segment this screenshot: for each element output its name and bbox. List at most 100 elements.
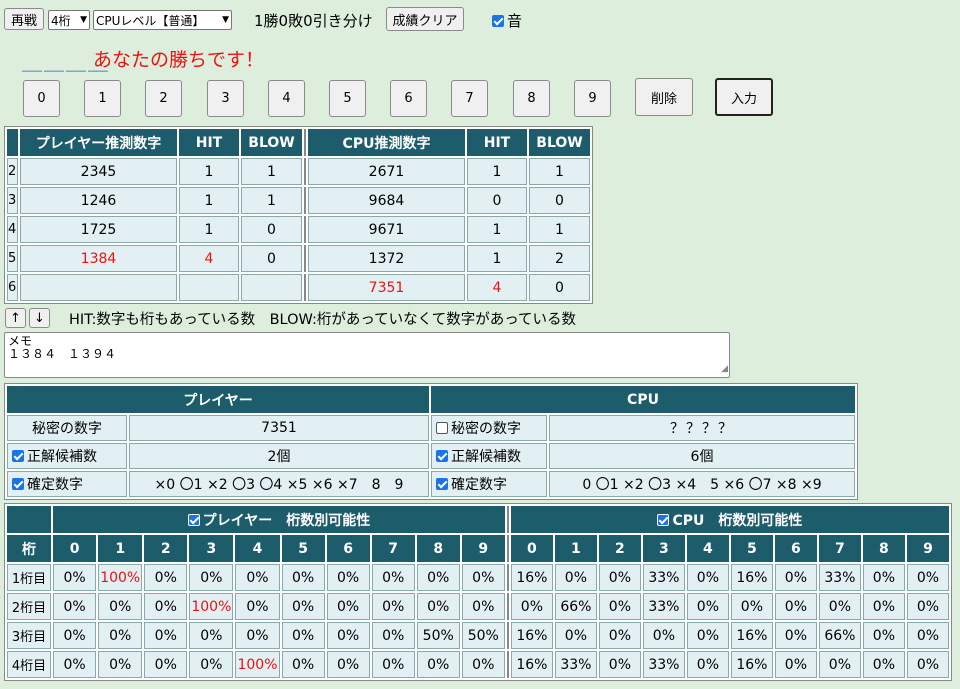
player-possibility-cell: 0% bbox=[326, 651, 370, 678]
candidates-label: 正解候補数 bbox=[27, 449, 97, 465]
cpu-possibility-title[interactable]: CPU 桁数別可能性 bbox=[510, 506, 949, 533]
cpu-candidates-toggle[interactable]: 正解候補数 bbox=[431, 443, 547, 469]
player-info-header: プレイヤー bbox=[7, 386, 429, 413]
digit-button-9[interactable]: 9 bbox=[574, 80, 611, 117]
scroll-up-button[interactable]: ↑ bbox=[5, 308, 26, 328]
player-digit-header: 1 bbox=[98, 535, 143, 562]
cpu-possibility-cell: 0% bbox=[774, 564, 817, 591]
player-blow-cell: 1 bbox=[241, 158, 302, 185]
resize-handle-icon[interactable]: ◢ bbox=[721, 363, 728, 376]
column-separator bbox=[304, 129, 306, 156]
column-separator bbox=[506, 651, 509, 678]
replay-button[interactable]: 再戦 bbox=[4, 8, 44, 30]
player-digit-header: 7 bbox=[371, 535, 415, 562]
history-row-number: 2 bbox=[7, 158, 18, 185]
digit-button-0[interactable]: 0 bbox=[23, 80, 60, 117]
digit-button-3[interactable]: 3 bbox=[207, 80, 244, 117]
scroll-down-button[interactable]: ↓ bbox=[29, 308, 50, 328]
enter-button[interactable]: 入力 bbox=[715, 78, 773, 116]
record-text: 1勝0敗0引き分け bbox=[254, 12, 373, 30]
cpu-secret-checkbox[interactable] bbox=[436, 422, 448, 434]
cpu-candidates-checkbox[interactable] bbox=[436, 450, 448, 462]
player-possibility-checkbox[interactable] bbox=[187, 513, 200, 526]
column-separator bbox=[506, 535, 509, 562]
chevron-down-icon: ▼ bbox=[222, 15, 229, 25]
player-digit-header: 5 bbox=[281, 535, 325, 562]
cpu-level-select[interactable]: CPUレベル【普通】 ▼ bbox=[93, 10, 232, 30]
player-candidates-toggle[interactable]: 正解候補数 bbox=[7, 443, 127, 469]
cpu-possibility-cell: 0% bbox=[686, 622, 729, 649]
column-separator bbox=[506, 593, 509, 620]
player-secret-value: 7351 bbox=[129, 415, 429, 441]
delete-button[interactable]: 削除 bbox=[635, 78, 693, 116]
cpu-secret-value: ？？？？ bbox=[549, 415, 855, 441]
player-blow-cell: 1 bbox=[241, 187, 302, 214]
digit-button-5[interactable]: 5 bbox=[329, 80, 366, 117]
column-separator bbox=[304, 216, 306, 243]
cpu-digit-header: 0 bbox=[510, 535, 553, 562]
cpu-confirmed-value: 0 〇1 ×2 〇3 ×4 5 ×6 〇7 ×8 ×9 bbox=[549, 471, 855, 497]
cpu-confirmed-toggle[interactable]: 確定数字 bbox=[431, 471, 547, 497]
player-hit-cell: 1 bbox=[179, 216, 239, 243]
player-confirmed-toggle[interactable]: 確定数字 bbox=[7, 471, 127, 497]
cpu-possibility-cell: 0% bbox=[598, 564, 641, 591]
digit-button-8[interactable]: 8 bbox=[513, 80, 550, 117]
player-digit-header: 8 bbox=[416, 535, 460, 562]
cpu-guess-cell: 1372 bbox=[308, 245, 465, 272]
player-guess-cell: 2345 bbox=[20, 158, 177, 185]
player-possibility-cell: 0% bbox=[281, 651, 325, 678]
cpu-confirmed-checkbox[interactable] bbox=[436, 478, 448, 490]
history-row: 3 1246 1 1 9684 0 0 bbox=[7, 187, 590, 214]
player-candidates-value: 2個 bbox=[129, 443, 429, 469]
player-hit-cell: 4 bbox=[179, 245, 239, 272]
cpu-possibility-cell: 16% bbox=[730, 564, 773, 591]
cpu-digit-header: 8 bbox=[862, 535, 905, 562]
possibility-digit-header-row: 桁01234567890123456789 bbox=[7, 535, 949, 562]
digits-select[interactable]: 4桁 ▼ bbox=[48, 10, 90, 30]
player-possibility-cell: 0% bbox=[461, 564, 505, 591]
player-guess-cell: 1246 bbox=[20, 187, 177, 214]
player-possibility-cell: 0% bbox=[144, 564, 188, 591]
digit-button-7[interactable]: 7 bbox=[451, 80, 488, 117]
clear-record-button[interactable]: 成績クリア bbox=[386, 7, 464, 31]
player-digit-header: 4 bbox=[235, 535, 280, 562]
sound-checkbox[interactable] bbox=[492, 15, 504, 27]
memo-textarea[interactable]: メモ １３８４ １３９４ ◢ bbox=[4, 332, 730, 378]
cpu-digit-header: 3 bbox=[642, 535, 685, 562]
digit-position-label: 2桁目 bbox=[7, 593, 52, 620]
player-possibility-cell: 50% bbox=[416, 622, 460, 649]
sound-toggle[interactable]: 音 bbox=[492, 10, 522, 31]
confirmed-row: 確定数字 ×0 〇1 ×2 〇3 〇4 ×5 ×6 ×7 8 9 確定数字 0 … bbox=[7, 471, 855, 497]
player-possibility-cell: 50% bbox=[461, 622, 505, 649]
digit-button-6[interactable]: 6 bbox=[390, 80, 427, 117]
cpu-blow-cell: 2 bbox=[529, 245, 590, 272]
cpu-possibility-cell: 16% bbox=[510, 651, 553, 678]
player-candidates-checkbox[interactable] bbox=[12, 450, 24, 462]
cpu-possibility-checkbox[interactable] bbox=[657, 513, 670, 526]
cpu-blow-cell: 0 bbox=[529, 274, 590, 301]
player-blow-cell: 0 bbox=[241, 245, 302, 272]
player-possibility-cell: 0% bbox=[281, 564, 325, 591]
column-separator bbox=[304, 158, 306, 185]
player-confirmed-checkbox[interactable] bbox=[12, 478, 24, 490]
sound-label: 音 bbox=[507, 12, 523, 30]
cpu-possibility-cell: 0% bbox=[510, 593, 553, 620]
player-possibility-cell: 0% bbox=[416, 564, 460, 591]
column-separator bbox=[506, 622, 509, 649]
row-number-header bbox=[7, 129, 18, 156]
info-header-row: プレイヤー CPU bbox=[7, 386, 855, 413]
cpu-possibility-cell: 0% bbox=[862, 651, 905, 678]
digit-button-2[interactable]: 2 bbox=[145, 80, 182, 117]
secret-label: 秘密の数字 bbox=[451, 421, 521, 437]
cpu-secret-toggle[interactable]: 秘密の数字 bbox=[431, 415, 547, 441]
player-possibility-title[interactable]: プレイヤー 桁数別可能性 bbox=[53, 506, 505, 533]
digit-button-1[interactable]: 1 bbox=[84, 80, 121, 117]
history-row: 6 7351 4 0 bbox=[7, 274, 590, 301]
cpu-possibility-cell: 0% bbox=[818, 593, 861, 620]
digit-button-4[interactable]: 4 bbox=[268, 80, 305, 117]
cpu-info-header: CPU bbox=[431, 386, 855, 413]
player-possibility-cell: 0% bbox=[235, 593, 280, 620]
cpu-hit-cell: 1 bbox=[467, 245, 527, 272]
confirmed-label: 確定数字 bbox=[27, 477, 83, 493]
player-possibility-cell: 0% bbox=[371, 622, 415, 649]
